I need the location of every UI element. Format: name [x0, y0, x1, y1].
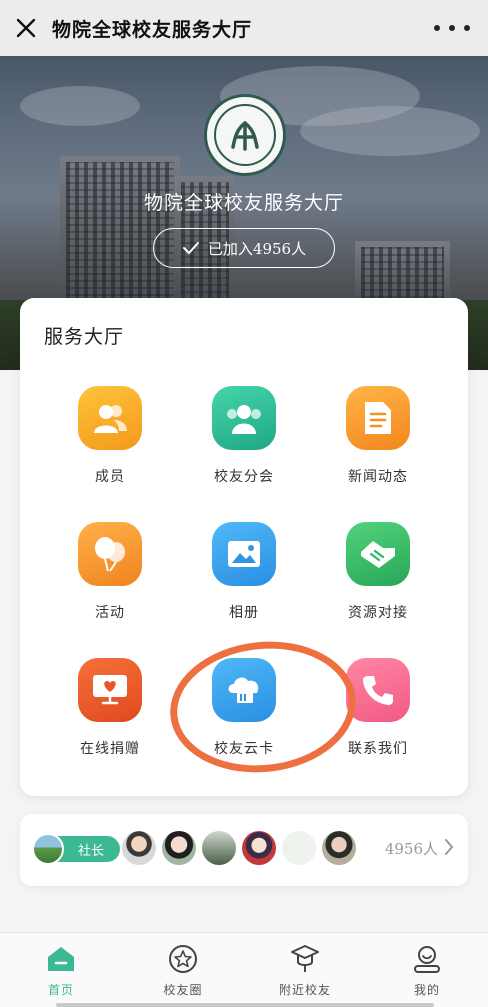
nav-label: 首页 — [47, 983, 74, 997]
nav-alumni-circle[interactable]: 校友圈 — [122, 933, 244, 1007]
more-dot-icon — [449, 25, 455, 31]
joined-button[interactable]: 已加入4956人 — [153, 228, 335, 268]
service-item-branch[interactable]: 校友分会 — [174, 386, 314, 506]
bottom-nav: 首页 校友圈 附近校友 我的 — [0, 932, 488, 1007]
service-item-activity[interactable]: 活动 — [40, 522, 180, 642]
service-item-label: 校友云卡 — [214, 741, 274, 757]
nav-label: 校友圈 — [163, 983, 203, 997]
handshake-icon — [346, 522, 410, 586]
balloon-icon — [78, 522, 142, 586]
university-logo — [204, 94, 286, 176]
more-dot-icon — [464, 25, 470, 31]
avatar — [32, 833, 64, 865]
nearby-icon — [289, 943, 321, 975]
check-icon — [182, 242, 199, 254]
close-button[interactable] — [0, 0, 52, 56]
nav-nearby[interactable]: 附近校友 — [244, 933, 366, 1007]
service-item-label: 联系我们 — [348, 741, 408, 757]
members-icon — [78, 386, 142, 450]
more-button[interactable] — [434, 18, 470, 38]
service-item-label: 在线捐赠 — [80, 741, 140, 757]
service-item-members[interactable]: 成员 — [40, 386, 180, 506]
profile-icon — [411, 943, 443, 975]
member-count: 4956人 — [384, 840, 438, 858]
service-item-label: 成员 — [95, 469, 125, 485]
avatar — [282, 831, 316, 865]
hero-title: 物院全球校友服务大厅 — [143, 192, 344, 214]
university-seal-icon — [231, 121, 259, 151]
star-circle-icon — [167, 943, 199, 975]
news-icon — [346, 386, 410, 450]
avatar — [122, 831, 156, 865]
page-title: 物院全球校友服务大厅 — [52, 18, 253, 41]
home-indicator — [56, 1003, 434, 1007]
service-item-label: 资源对接 — [348, 605, 408, 621]
service-item-resources[interactable]: 资源对接 — [308, 522, 448, 642]
home-icon — [45, 943, 77, 975]
service-item-album[interactable]: 相册 — [174, 522, 314, 642]
avatar — [162, 831, 196, 865]
phone-icon — [346, 658, 410, 722]
service-item-donate[interactable]: 在线捐赠 — [40, 658, 180, 778]
service-card-title: 服务大厅 — [44, 326, 125, 348]
more-dot-icon — [434, 25, 440, 31]
nav-profile[interactable]: 我的 — [366, 933, 488, 1007]
service-item-label: 相册 — [229, 605, 259, 621]
service-item-label: 校友分会 — [214, 469, 274, 485]
service-item-label: 活动 — [95, 605, 125, 621]
service-item-contact[interactable]: 联系我们 — [308, 658, 448, 778]
avatar — [242, 831, 276, 865]
president-badge[interactable]: 社长 — [32, 833, 124, 865]
cloud-card-icon — [212, 658, 276, 722]
close-icon — [16, 18, 36, 38]
nav-label: 附近校友 — [278, 983, 331, 997]
top-bar: 物院全球校友服务大厅 — [0, 0, 488, 56]
avatar — [322, 831, 356, 865]
service-card: 服务大厅 成员 校友分会 新闻动态 活动 相册 资源对接 在线捐赠 校友云卡 联… — [20, 298, 468, 796]
joined-label: 已加入4956人 — [207, 239, 307, 258]
branch-icon — [212, 386, 276, 450]
members-card[interactable]: 社长 4956人 — [20, 814, 468, 886]
nav-label: 我的 — [413, 983, 440, 997]
service-item-news[interactable]: 新闻动态 — [308, 386, 448, 506]
service-item-cloud-card[interactable]: 校友云卡 — [174, 658, 314, 778]
avatar — [202, 831, 236, 865]
donate-icon — [78, 658, 142, 722]
chevron-right-icon — [445, 839, 454, 855]
photo-icon — [212, 522, 276, 586]
nav-home[interactable]: 首页 — [0, 933, 122, 1007]
service-item-label: 新闻动态 — [348, 469, 408, 485]
